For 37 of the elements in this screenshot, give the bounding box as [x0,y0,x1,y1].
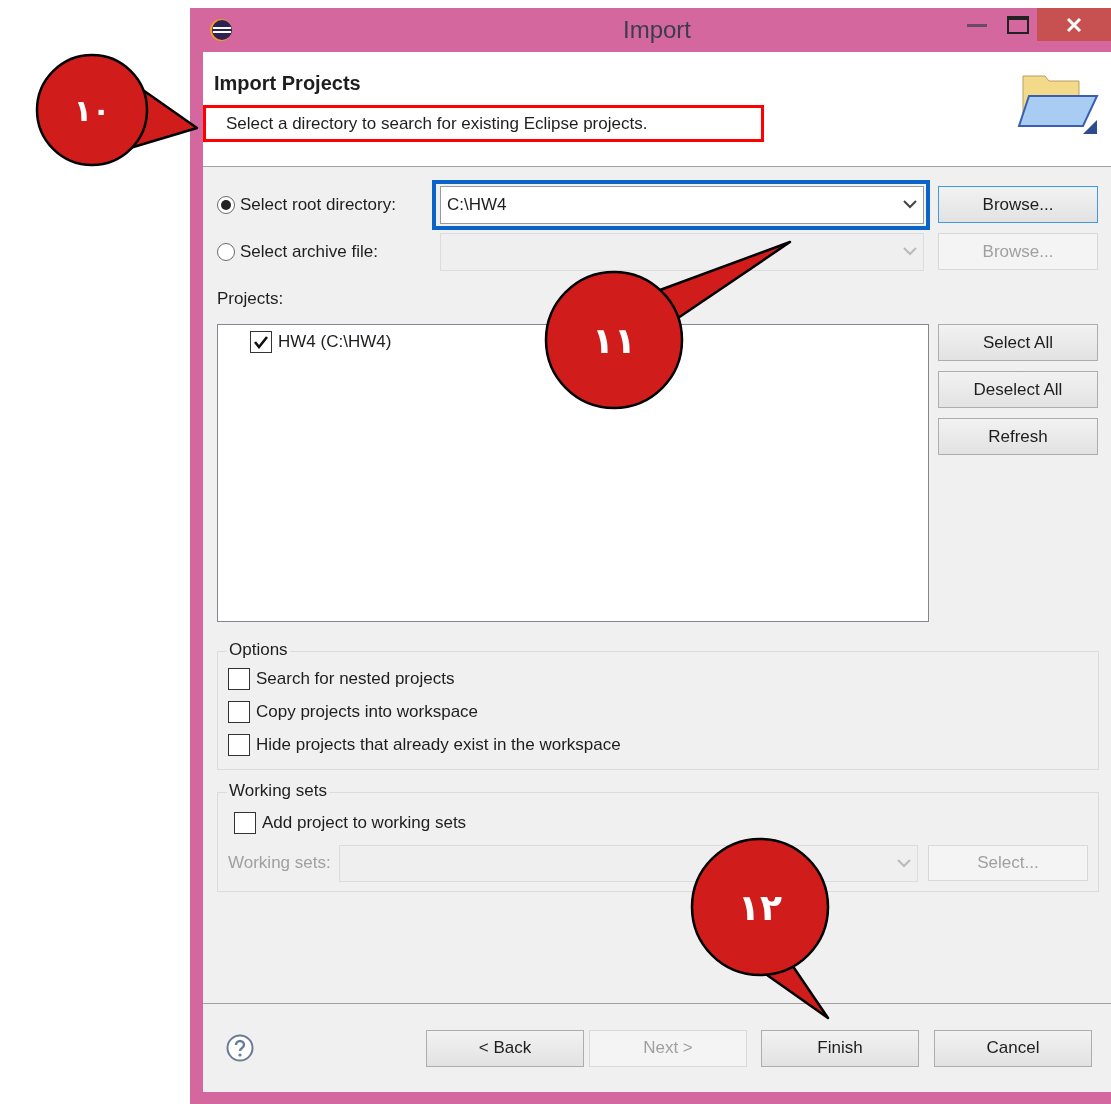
option-label: Search for nested projects [256,668,455,689]
callout-number: ١٢ [738,886,782,928]
wizard-button[interactable]: Cancel [934,1029,1092,1067]
field-label: Working sets: [228,853,331,873]
list-action-button[interactable]: Select All [938,324,1098,361]
page-description: Select a directory to search for existing Eclipse projects. [226,113,648,134]
maximize-icon [1007,15,1029,34]
list-action-button[interactable]: Deselect All [938,371,1098,408]
wizard-button[interactable]: Finish [761,1029,919,1067]
project-checkbox[interactable] [250,331,272,353]
callout-number: ١٠ [73,92,111,128]
option-label: Hide projects that already exist in the workspace [256,734,621,755]
path-combo-box[interactable]: C:\HW4 [440,185,924,224]
radio-label: Select archive file: [240,241,378,262]
close-button[interactable] [1037,8,1111,41]
help-icon[interactable] [226,1034,254,1062]
callout-number: ١١ [592,319,636,361]
option-checkbox[interactable] [228,667,250,690]
window-title: Import [623,16,691,44]
group-title: Options [227,640,290,660]
option-label: Copy projects into workspace [256,701,479,722]
option-label: Add project to working sets [262,813,467,833]
group-title: Working sets [227,781,329,801]
radio-label: Select root directory: [240,194,396,215]
minimize-icon [967,22,987,27]
option-checkbox[interactable] [228,733,250,756]
eclipse-logo-icon [209,18,233,42]
page-title: Import Projects [213,72,361,95]
wizard-button[interactable]: < Back [426,1029,584,1067]
browse-button[interactable]: Browse... [938,186,1098,223]
chevron-down-icon[interactable] [903,200,917,209]
option-checkbox[interactable] [228,700,250,723]
project-name[interactable]: HW4 (C:\HW4) [278,332,392,352]
close-icon [1066,16,1082,33]
list-action-button[interactable]: Refresh [938,418,1098,455]
projects-label: Projects: [217,289,284,309]
radio-button[interactable] [217,195,235,214]
